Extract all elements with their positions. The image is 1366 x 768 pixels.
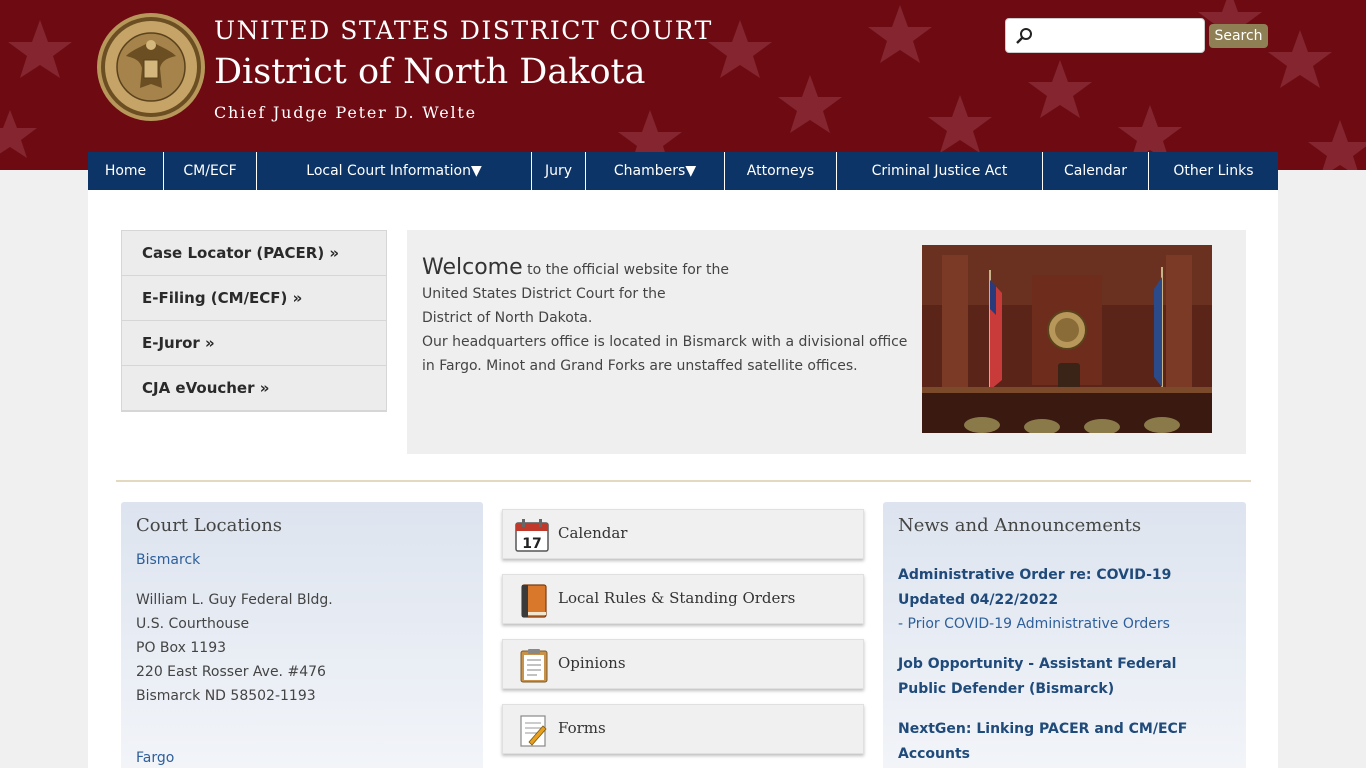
welcome-intro: to the official website for the	[522, 262, 729, 278]
tile-forms[interactable]: Forms	[502, 704, 864, 754]
court-locations-title: Court Locations	[136, 515, 283, 536]
welcome-panel: Welcome to the official website for the …	[407, 230, 1246, 454]
address-line: Bismarck ND 58502-1193	[136, 688, 316, 704]
welcome-line-4: Our headquarters office is located in Bi…	[422, 334, 908, 374]
search-button[interactable]: Search	[1209, 24, 1268, 48]
search-input[interactable]	[1038, 24, 1198, 48]
tile-label: Forms	[558, 719, 606, 737]
news-title: News and Announcements	[898, 515, 1142, 536]
welcome-line-2: United States District Court for the	[422, 286, 666, 302]
book-icon	[521, 584, 547, 618]
tile-calendar[interactable]: 17 Calendar	[502, 509, 864, 559]
quick-link-case-locator[interactable]: Case Locator (PACER) »	[122, 231, 386, 276]
tile-label: Local Rules & Standing Orders	[558, 589, 796, 607]
nav-item-chambers[interactable]: Chambers▼	[586, 152, 725, 190]
court-seal-icon[interactable]	[96, 12, 206, 122]
news-item-job-opportunity[interactable]: Job Opportunity - Assistant Federal Publ…	[898, 652, 1228, 702]
nav-item-criminal-justice-act[interactable]: Criminal Justice Act	[837, 152, 1043, 190]
news-panel: News and Announcements Administrative Or…	[883, 502, 1246, 768]
news-item-nextgen[interactable]: NextGen: Linking PACER and CM/ECF Accoun…	[898, 717, 1228, 767]
address-line: PO Box 1193	[136, 640, 227, 656]
news-item-covid-order[interactable]: Administrative Order re: COVID-19 Update…	[898, 563, 1228, 613]
location-link-bismarck[interactable]: Bismarck	[136, 552, 200, 568]
site-header: UNITED STATES DISTRICT COURT District of…	[0, 0, 1366, 170]
clipboard-icon	[520, 649, 548, 683]
address-line: 220 East Rosser Ave. #476	[136, 664, 326, 680]
quick-links-menu: Case Locator (PACER) » E-Filing (CM/ECF)…	[121, 230, 387, 412]
main-navigation: Home CM/ECF Local Court Information▼ Jur…	[88, 152, 1278, 190]
news-item-prior-covid-orders[interactable]: - Prior COVID-19 Administrative Orders	[898, 616, 1170, 632]
welcome-heading: Welcome	[422, 255, 523, 280]
nav-item-home[interactable]: Home	[88, 152, 164, 190]
nav-item-jury[interactable]: Jury	[532, 152, 586, 190]
form-pencil-icon	[520, 715, 547, 747]
tile-opinions[interactable]: Opinions	[502, 639, 864, 689]
quick-link-cja-evoucher[interactable]: CJA eVoucher »	[122, 366, 386, 411]
bismarck-address: William L. Guy Federal Bldg. U.S. Courth…	[136, 588, 333, 708]
calendar-day-number: 17	[522, 536, 541, 552]
nav-item-local-court-information[interactable]: Local Court Information▼	[257, 152, 532, 190]
nav-item-calendar[interactable]: Calendar	[1043, 152, 1149, 190]
tile-label: Opinions	[558, 654, 626, 672]
welcome-text: Welcome to the official website for the …	[422, 256, 912, 378]
search-icon	[1016, 28, 1032, 44]
chief-judge-line: Chief Judge Peter D. Welte	[214, 103, 477, 122]
court-locations-panel: Court Locations Bismarck William L. Guy …	[121, 502, 483, 768]
tile-local-rules[interactable]: Local Rules & Standing Orders	[502, 574, 864, 624]
tile-label: Calendar	[558, 524, 628, 542]
nav-item-other-links[interactable]: Other Links	[1149, 152, 1278, 190]
address-line: U.S. Courthouse	[136, 616, 250, 632]
nav-item-cmecf[interactable]: CM/ECF	[164, 152, 257, 190]
search-box[interactable]	[1005, 18, 1205, 53]
welcome-line-3: District of North Dakota.	[422, 310, 593, 326]
quick-link-e-filing[interactable]: E-Filing (CM/ECF) »	[122, 276, 386, 321]
location-link-fargo[interactable]: Fargo	[136, 750, 174, 766]
address-line: William L. Guy Federal Bldg.	[136, 592, 333, 608]
calendar-icon: 17	[515, 519, 549, 552]
district-name[interactable]: District of North Dakota	[214, 52, 645, 92]
nav-item-attorneys[interactable]: Attorneys	[725, 152, 837, 190]
courtroom-photo	[922, 245, 1212, 433]
section-divider	[116, 480, 1251, 482]
court-name-line: UNITED STATES DISTRICT COURT	[214, 16, 713, 45]
quick-link-e-juror[interactable]: E-Juror »	[122, 321, 386, 366]
